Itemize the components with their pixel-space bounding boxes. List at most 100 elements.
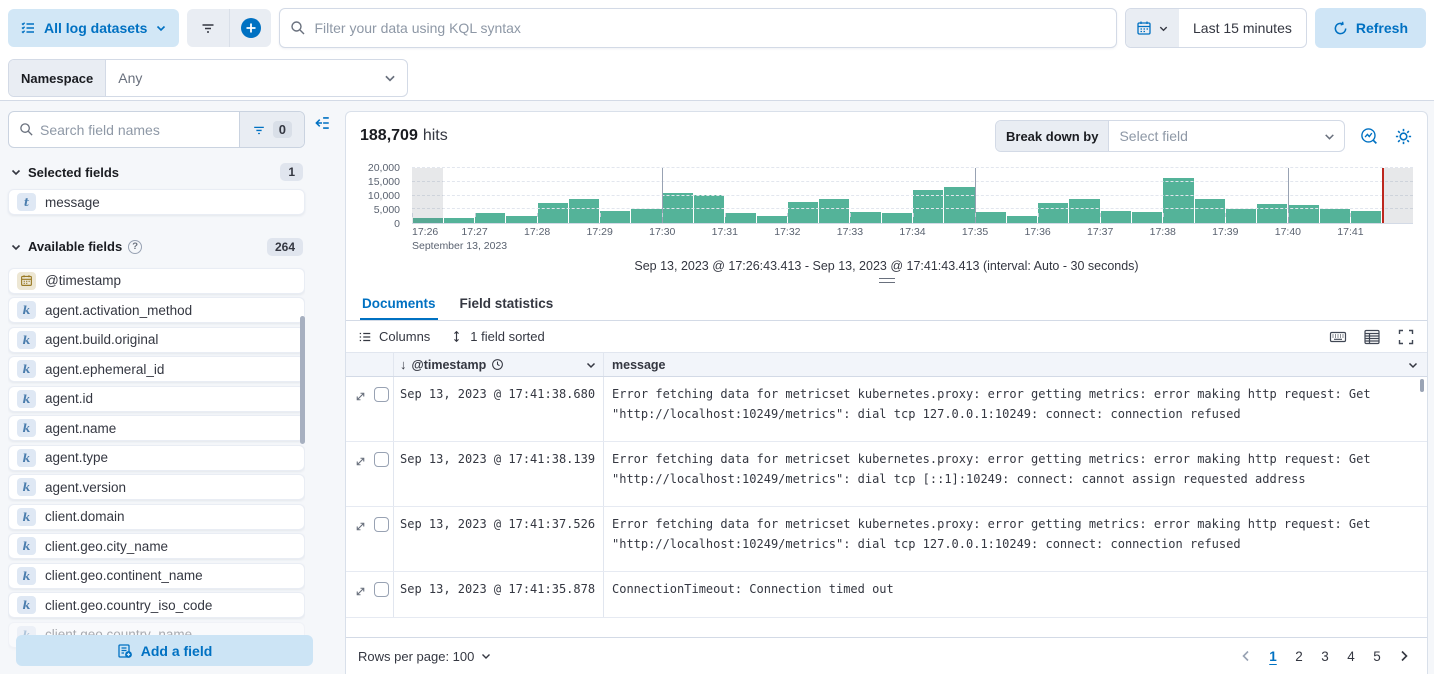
field-name: @timestamp (45, 273, 121, 288)
histogram-bar[interactable] (506, 216, 536, 223)
histogram-bar[interactable] (725, 213, 755, 223)
histogram-bar[interactable] (1163, 178, 1193, 223)
histogram-bar[interactable] (850, 212, 880, 223)
histogram-bar[interactable] (976, 212, 1006, 223)
field-item[interactable]: kagent.version (8, 474, 305, 500)
field-item[interactable]: kagent.ephemeral_id (8, 356, 305, 382)
histogram-bar[interactable] (1132, 212, 1162, 223)
tab-documents[interactable]: Documents (360, 288, 438, 320)
chevron-down-icon[interactable] (1315, 121, 1344, 151)
field-item[interactable]: kclient.domain (8, 504, 305, 530)
help-icon[interactable]: ? (128, 240, 142, 254)
histogram-bar[interactable] (788, 202, 818, 223)
page-number-1[interactable]: 1 (1263, 647, 1283, 666)
field-item[interactable]: @timestamp (8, 268, 305, 294)
table-header-timestamp[interactable]: ↓ @timestamp (394, 353, 604, 376)
field-filter-button[interactable]: 0 (239, 112, 304, 147)
histogram-bar[interactable] (1226, 209, 1256, 223)
edit-visualization-icon[interactable] (1360, 127, 1379, 146)
row-checkbox[interactable] (374, 582, 389, 597)
kql-query-input[interactable] (314, 20, 1106, 36)
histogram-bar[interactable] (600, 211, 630, 223)
histogram-bar-slot (1038, 168, 1069, 223)
histogram-bar-slot (631, 168, 662, 223)
add-query-button[interactable] (229, 9, 271, 47)
chart-options-gear-icon[interactable] (1394, 127, 1413, 146)
page-number-3[interactable]: 3 (1315, 647, 1335, 666)
breakdown-select[interactable]: Select field (1109, 121, 1315, 151)
histogram-bar[interactable] (1195, 199, 1225, 223)
sort-fields-button[interactable]: 1 field sorted (450, 329, 544, 344)
histogram-bar[interactable] (1320, 209, 1350, 223)
refresh-button[interactable]: Refresh (1315, 8, 1426, 48)
histogram-bar[interactable] (1351, 211, 1381, 223)
table-header-message[interactable]: message (604, 353, 1427, 376)
field-item[interactable]: kagent.build.original (8, 327, 305, 353)
chevron-down-icon (155, 22, 167, 34)
field-item[interactable]: kagent.id (8, 386, 305, 412)
keyboard-shortcuts-icon[interactable] (1329, 328, 1347, 346)
histogram-bar[interactable] (1101, 211, 1131, 223)
time-range-value[interactable]: Last 15 minutes (1179, 9, 1306, 47)
resize-handle[interactable] (879, 278, 895, 286)
next-page-icon[interactable] (1393, 649, 1415, 663)
expand-document-icon[interactable] (354, 585, 367, 598)
field-item[interactable]: kagent.name (8, 415, 305, 441)
chevron-down-icon[interactable] (373, 60, 407, 96)
date-picker-calendar-button[interactable] (1126, 9, 1179, 47)
expand-document-icon[interactable] (354, 455, 367, 468)
histogram-bar[interactable] (757, 216, 787, 223)
histogram-bar[interactable] (1069, 199, 1099, 223)
refresh-icon (1333, 21, 1348, 36)
histogram-bar[interactable] (444, 218, 474, 224)
sidebar-scrollbar[interactable] (300, 316, 305, 444)
namespace-value[interactable]: Any (106, 60, 373, 96)
field-search-input[interactable] (40, 112, 239, 147)
histogram-bar[interactable] (1007, 216, 1037, 223)
histogram-bar[interactable] (819, 199, 849, 223)
histogram-chart[interactable]: 05,00010,00015,00020,000 17:2617:2717:28… (352, 160, 1417, 252)
timestamp-cell: Sep 13, 2023 @ 17:41:38.680 (394, 377, 604, 441)
collapse-sidebar-icon[interactable] (313, 114, 331, 132)
row-checkbox[interactable] (374, 387, 389, 402)
histogram-bar-slot (787, 168, 818, 223)
field-item[interactable]: tmessage (8, 189, 305, 215)
table-scrollbar[interactable] (1420, 379, 1424, 392)
histogram-bar[interactable] (1257, 204, 1287, 223)
page-number-2[interactable]: 2 (1289, 647, 1309, 666)
fullscreen-icon[interactable] (1397, 328, 1415, 346)
row-checkbox[interactable] (374, 517, 389, 532)
expand-document-icon[interactable] (354, 520, 367, 533)
histogram-bar-slot (475, 168, 506, 223)
rows-per-page-button[interactable]: Rows per page: 100 (358, 649, 492, 664)
field-name: client.geo.continent_name (45, 568, 203, 583)
field-item[interactable]: kagent.type (8, 445, 305, 471)
selected-fields-header[interactable]: Selected fields 1 (8, 162, 305, 182)
search-icon (9, 112, 40, 147)
histogram-bar[interactable] (882, 213, 912, 223)
add-filter-button[interactable] (187, 9, 229, 47)
page-number-4[interactable]: 4 (1341, 647, 1361, 666)
histogram-bar[interactable] (475, 213, 505, 223)
available-fields-header[interactable]: Available fields ? 264 (8, 237, 305, 257)
histogram-bar[interactable] (1038, 203, 1068, 223)
row-checkbox[interactable] (374, 452, 389, 467)
chevron-down-icon[interactable] (1407, 359, 1419, 371)
histogram-bar[interactable] (631, 209, 661, 223)
field-item[interactable]: kclient.geo.continent_name (8, 563, 305, 589)
previous-page-icon[interactable] (1235, 649, 1257, 663)
dataset-selector-button[interactable]: All log datasets (8, 9, 179, 47)
histogram-bar[interactable] (944, 187, 974, 223)
chevron-down-icon[interactable] (585, 359, 597, 371)
display-options-icon[interactable] (1363, 328, 1381, 346)
field-item[interactable]: kclient.geo.country_iso_code (8, 592, 305, 618)
field-item[interactable]: kclient.geo.city_name (8, 533, 305, 559)
page-number-5[interactable]: 5 (1367, 647, 1387, 666)
histogram-bar[interactable] (538, 203, 568, 223)
add-field-button[interactable]: Add a field (16, 635, 313, 666)
columns-button[interactable]: Columns (358, 329, 430, 344)
expand-document-icon[interactable] (354, 390, 367, 403)
histogram-bar[interactable] (569, 199, 599, 223)
tab-field-statistics[interactable]: Field statistics (458, 288, 556, 320)
field-item[interactable]: kagent.activation_method (8, 297, 305, 323)
